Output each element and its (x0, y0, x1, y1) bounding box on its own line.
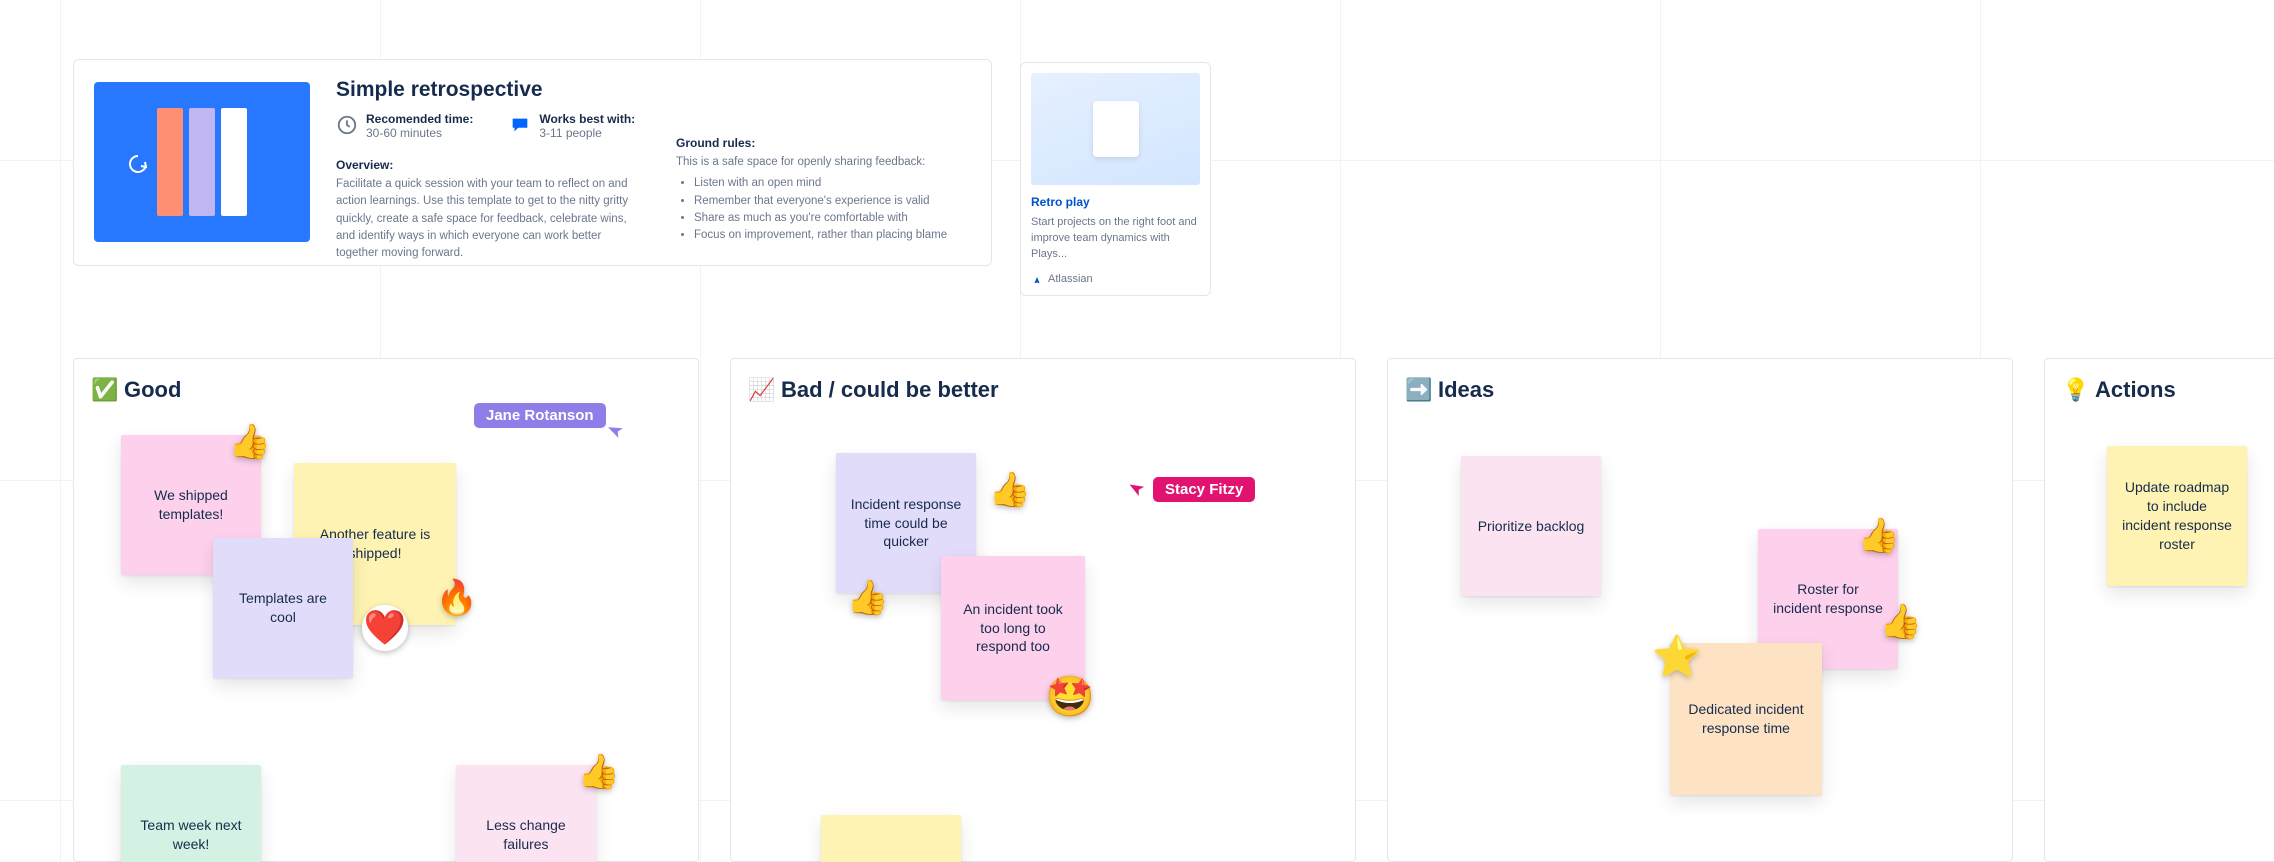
column-actions-title: 💡 Actions (2065, 377, 2274, 403)
reaction-thumbs-up[interactable]: 👍 (576, 749, 622, 795)
arrow-right-icon: ➡️ (1408, 379, 1430, 401)
reaction-fire[interactable]: 🔥 (434, 575, 480, 621)
whiteboard-canvas[interactable]: Simple retrospective Recomended time: 30… (0, 0, 2274, 862)
atlassian-logo-icon (1031, 273, 1043, 285)
overview-heading: Overview: (336, 158, 636, 172)
column-bad[interactable]: 📈 Bad / could be better Incident respons… (730, 358, 1356, 862)
ground-rules-body: This is a safe space for openly sharing … (676, 154, 966, 244)
reaction-thumbs-up[interactable]: 👍 (1856, 513, 1902, 559)
related-play-brand: Atlassian (1031, 273, 1200, 285)
sticky-note[interactable]: Update roadmap to include incident respo… (2107, 446, 2247, 586)
reaction-thumbs-up[interactable]: 👍 (227, 419, 273, 465)
reaction-thumbs-up[interactable]: 👍 (1878, 599, 1924, 645)
template-header-card: Simple retrospective Recomended time: 30… (73, 59, 992, 266)
sticky-note[interactable]: Templates are cool (213, 538, 353, 678)
ground-rules-heading: Ground rules: (676, 136, 966, 150)
clock-icon (336, 114, 358, 136)
works-best-with: Works best with: 3-11 people (509, 112, 635, 140)
cursor-icon (1127, 478, 1149, 500)
related-play-card[interactable]: Retro play Start projects on the right f… (1020, 62, 1211, 296)
sticky-note[interactable]: Less change failures (456, 765, 596, 862)
reaction-star-eyes[interactable]: 🤩 (1047, 673, 1093, 719)
related-play-image (1031, 73, 1200, 185)
cursor-icon (605, 420, 628, 443)
reaction-star[interactable]: ⭐ (1654, 633, 1700, 679)
column-ideas[interactable]: ➡️ Ideas Prioritize backlog Roster for i… (1387, 358, 2013, 862)
cycle-icon (126, 152, 150, 176)
sticky-note[interactable]: Prioritize backlog (1461, 456, 1601, 596)
sticky-note[interactable] (821, 815, 961, 862)
overview-text: Facilitate a quick session with your tea… (336, 176, 636, 262)
related-play-desc: Start projects on the right foot and imp… (1031, 215, 1200, 263)
sticky-note[interactable]: Team week next week! (121, 765, 261, 862)
lightbulb-icon: 💡 (2065, 379, 2087, 401)
related-play-title[interactable]: Retro play (1031, 195, 1200, 209)
column-bad-title: 📈 Bad / could be better (751, 377, 1335, 403)
column-good[interactable]: ✅ Good We shipped templates! Another fea… (73, 358, 699, 862)
column-actions[interactable]: 💡 Actions Update roadmap to include inci… (2044, 358, 2274, 862)
template-thumbnail (94, 82, 310, 242)
template-title: Simple retrospective (336, 78, 636, 102)
collaborator-cursor-jane: Jane Rotanson (474, 403, 630, 428)
column-good-title: ✅ Good (94, 377, 678, 403)
reaction-heart[interactable]: ❤️ (362, 605, 408, 651)
recommended-time: Recomended time: 30-60 minutes (336, 112, 473, 140)
collaborator-cursor-stacy: Stacy Fitzy (1129, 477, 1255, 502)
check-icon: ✅ (94, 379, 116, 401)
reaction-thumbs-up[interactable]: 👍 (845, 575, 891, 621)
chart-up-icon: 📈 (751, 379, 773, 401)
reaction-thumbs-up[interactable]: 👍 (987, 467, 1033, 513)
column-ideas-title: ➡️ Ideas (1408, 377, 1992, 403)
speech-bubble-icon (509, 114, 531, 136)
